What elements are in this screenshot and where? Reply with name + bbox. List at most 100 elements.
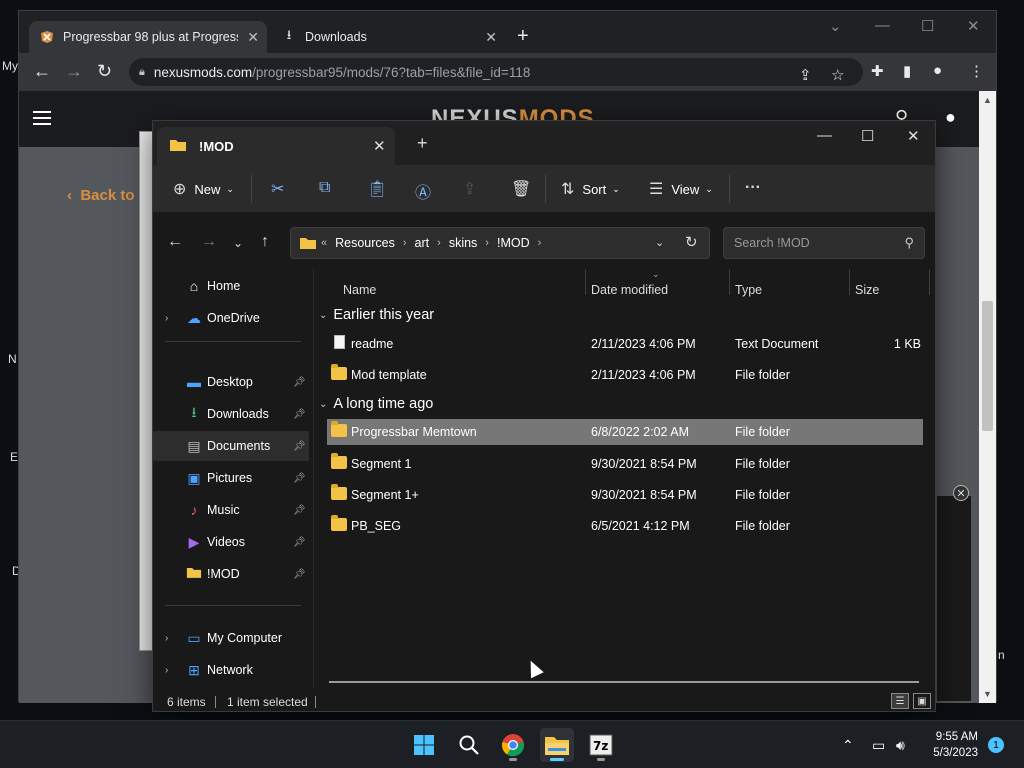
forward-arrow-icon[interactable]: → (65, 61, 83, 82)
breadcrumb-item[interactable]: !MOD (497, 236, 530, 250)
maximize-button[interactable]: ☐ (861, 127, 874, 145)
notification-badge[interactable]: 1 (988, 737, 1004, 753)
7zip-icon[interactable]: 7z (584, 728, 618, 762)
file-row[interactable]: Segment 1 9/30/2021 8:54 PM File folder (327, 451, 923, 477)
hamburger-menu-icon[interactable] (33, 111, 51, 125)
sidebar-item-network[interactable]: › ⊞ Network (153, 655, 309, 685)
user-icon[interactable]: ● (945, 107, 956, 128)
close-tab-icon[interactable]: ✕ (373, 137, 386, 155)
plus-circle-icon: ⊕ (173, 181, 187, 198)
close-tab-icon[interactable]: ✕ (247, 29, 259, 46)
details-view-icon[interactable]: ☰ (891, 693, 909, 709)
new-button[interactable]: ⊕ New ⌄ (173, 179, 234, 199)
browser-tab-nexusmods[interactable]: Progressbar 98 plus at Progressb ✕ (29, 21, 267, 53)
chevron-right-icon[interactable]: › (165, 633, 168, 644)
file-row[interactable]: PB_SEG 6/5/2021 4:12 PM File folder (327, 513, 923, 539)
cut-icon[interactable]: ✂ (271, 179, 284, 199)
column-header-date[interactable]: Date modified (591, 283, 668, 297)
sidebar-item-my-computer[interactable]: › ▭ My Computer (153, 623, 309, 653)
up-arrow-icon[interactable]: ↑ (261, 233, 269, 251)
close-tab-icon[interactable]: ✕ (485, 29, 497, 46)
sidebar-item-desktop[interactable]: ▬ Desktop 📌︎ (153, 367, 309, 397)
back-arrow-icon[interactable]: ← (33, 61, 51, 82)
volume-icon[interactable]: 🔊︎ (896, 737, 905, 754)
bookmark-star-icon[interactable]: ☆ (831, 66, 844, 84)
file-row[interactable]: readme 2/11/2023 4:06 PM Text Document 1… (327, 331, 923, 357)
chevron-right-icon[interactable]: › (165, 313, 168, 324)
large-icons-view-icon[interactable]: ▣ (913, 693, 931, 709)
search-icon[interactable] (452, 728, 486, 762)
breadcrumb-item[interactable]: art (415, 236, 430, 250)
refresh-icon[interactable]: ↻ (685, 233, 698, 251)
share-icon[interactable]: ⇪ (799, 66, 812, 84)
column-header-type[interactable]: Type (735, 283, 762, 297)
file-name: Progressbar Memtown (351, 425, 477, 439)
breadcrumb-item[interactable]: skins (449, 236, 477, 250)
sidebar-item-documents[interactable]: ▤ Documents 📌︎ (153, 431, 309, 461)
address-bar[interactable]: 🔒︎ nexusmods.com /progressbar95/mods/76?… (129, 58, 863, 86)
explorer-tab[interactable]: !MOD (157, 127, 395, 165)
sidebar-item-mod[interactable]: !MOD 📌︎ (153, 559, 309, 589)
column-header-name[interactable]: Name (343, 283, 376, 297)
close-window-button[interactable]: ✕ (907, 127, 920, 145)
delete-icon[interactable]: 🗑︎ (511, 179, 531, 199)
chevron-down-icon[interactable]: ⌄ (655, 236, 664, 249)
browser-tab-downloads[interactable]: ⭳ Downloads ✕ (271, 21, 505, 53)
file-explorer-icon[interactable] (540, 728, 574, 762)
pin-icon: 📌︎ (293, 440, 306, 452)
sidebar-item-downloads[interactable]: ⭳ Downloads 📌︎ (153, 399, 309, 429)
profile-icon[interactable]: ● (933, 62, 942, 79)
recent-locations-icon[interactable]: ⌄ (233, 236, 243, 250)
new-tab-button[interactable]: + (517, 25, 529, 48)
paste-icon[interactable]: 📋︎ (367, 179, 387, 199)
back-arrow-icon[interactable]: ← (167, 233, 183, 251)
close-window-button[interactable]: ✕ (967, 17, 980, 35)
copy-icon[interactable]: ⧉ (319, 179, 330, 197)
sidebar-item-label: Downloads (207, 407, 269, 421)
side-panel-icon[interactable]: ▮ (903, 62, 911, 80)
sidebar-item-videos[interactable]: ▶ Videos 📌︎ (153, 527, 309, 557)
clock[interactable]: 9:55 AM 5/3/2023 (920, 729, 978, 761)
scrollbar-thumb[interactable] (982, 301, 993, 431)
column-header-size[interactable]: Size (855, 283, 879, 297)
file-row[interactable]: Mod template 2/11/2023 4:06 PM File fold… (327, 362, 923, 388)
back-to-link[interactable]: ‹ Back to (67, 187, 135, 204)
group-header[interactable]: ⌄ Earlier this year (319, 307, 434, 323)
extensions-puzzle-icon[interactable]: ✚ (871, 62, 884, 80)
minimize-button[interactable]: — (817, 127, 832, 144)
file-type: File folder (735, 457, 790, 471)
group-header[interactable]: ⌄ A long time ago (319, 396, 433, 412)
start-icon[interactable] (407, 728, 441, 762)
chevron-right-icon: › (485, 237, 489, 249)
browser-tab-title: Downloads (305, 30, 367, 44)
breadcrumb[interactable]: « Resources › art › skins › !MOD › (290, 227, 710, 259)
kebab-menu-icon[interactable]: ⋮ (969, 62, 984, 80)
sidebar-item-music[interactable]: ♪ Music 📌︎ (153, 495, 309, 525)
more-options-icon[interactable]: ··· (745, 179, 761, 197)
sidebar-item-home[interactable]: ⌂ Home (153, 271, 309, 301)
file-row-selected[interactable]: Progressbar Memtown 6/8/2022 2:02 AM Fil… (327, 419, 923, 445)
search-input[interactable]: Search !MOD ⚲ (723, 227, 925, 259)
chrome-icon[interactable] (496, 728, 530, 762)
maximize-button[interactable]: ☐ (921, 17, 934, 35)
close-icon[interactable]: ✕ (953, 485, 969, 501)
file-row[interactable]: Segment 1+ 9/30/2021 8:54 PM File folder (327, 482, 923, 508)
chevron-up-icon[interactable]: ⌃ (842, 737, 854, 754)
breadcrumb-item[interactable]: Resources (335, 236, 395, 250)
sort-button[interactable]: ⇅ Sort ⌄ (561, 179, 620, 199)
scroll-down-icon[interactable]: ▼ (983, 689, 992, 699)
sidebar-item-pictures[interactable]: ▣ Pictures 📌︎ (153, 463, 309, 493)
sidebar-item-onedrive[interactable]: › ☁ OneDrive (153, 303, 309, 333)
view-button[interactable]: ☰ View ⌄ (649, 179, 713, 199)
minimize-button[interactable]: — (875, 17, 890, 34)
horizontal-scrollbar[interactable] (329, 681, 919, 683)
chevron-down-icon[interactable]: ⌄ (829, 17, 842, 35)
forward-arrow-icon[interactable]: → (201, 233, 217, 251)
new-tab-button[interactable]: + (417, 133, 428, 154)
rename-icon[interactable]: Ⓐ (415, 179, 431, 203)
reload-icon[interactable]: ↻ (97, 61, 112, 82)
scroll-up-icon[interactable]: ▲ (983, 95, 992, 105)
network-icon[interactable]: ▭ (872, 737, 885, 754)
share-icon[interactable]: ⇪ (463, 179, 476, 199)
chevron-right-icon[interactable]: › (165, 665, 168, 676)
